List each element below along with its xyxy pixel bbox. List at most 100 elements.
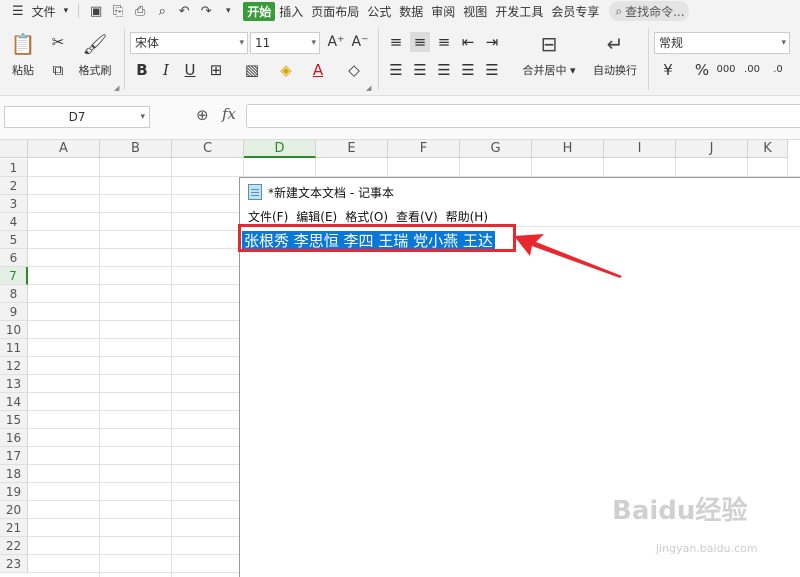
row-header[interactable]: 9 — [0, 303, 28, 321]
currency-icon[interactable]: ¥ — [658, 60, 678, 80]
font-size-select[interactable]: 11 ▾ — [250, 32, 320, 54]
select-all-corner[interactable] — [0, 140, 28, 158]
notepad-menu-edit[interactable]: 编辑(E) — [292, 208, 341, 225]
row-header[interactable]: 21 — [0, 519, 28, 537]
eraser-icon[interactable]: ◇ — [344, 60, 364, 80]
column-header[interactable]: A — [28, 140, 100, 158]
align-middle-icon[interactable]: ≡ — [410, 32, 430, 52]
align-right-icon[interactable]: ☰ — [434, 60, 454, 80]
notepad-title-bar[interactable]: *新建文本文档 - 记事本 — [240, 178, 800, 206]
row-header[interactable]: 8 — [0, 285, 28, 303]
notepad-menu-view[interactable]: 查看(V) — [392, 208, 442, 225]
font-color-icon[interactable]: A — [308, 60, 328, 80]
column-header[interactable]: J — [676, 140, 748, 158]
save-icon[interactable]: ▣ — [85, 4, 107, 19]
bold-icon[interactable]: B — [132, 60, 152, 80]
zoom-icon[interactable]: ⊕ — [196, 106, 209, 124]
fx-icon[interactable]: fx — [222, 105, 236, 123]
quick-access-dropdown-icon[interactable]: ▾ — [217, 6, 239, 16]
increase-indent-icon[interactable]: ⇥ — [482, 32, 502, 52]
row-header[interactable]: 10 — [0, 321, 28, 339]
row-header[interactable]: 17 — [0, 447, 28, 465]
thousands-icon[interactable]: 000 — [716, 60, 736, 80]
notepad-menu-format[interactable]: 格式(O) — [341, 208, 392, 225]
tab-page-layout[interactable]: 页面布局 — [307, 3, 363, 20]
row-header[interactable]: 20 — [0, 501, 28, 519]
row-header[interactable]: 18 — [0, 465, 28, 483]
tab-insert[interactable]: 插入 — [275, 3, 307, 20]
tab-view[interactable]: 视图 — [459, 3, 491, 20]
number-format-select[interactable]: 常规 ▾ — [654, 32, 790, 54]
tab-developer[interactable]: 开发工具 — [491, 3, 547, 20]
decrease-indent-icon[interactable]: ⇤ — [458, 32, 478, 52]
column-header[interactable]: I — [604, 140, 676, 158]
column-header[interactable]: E — [316, 140, 388, 158]
row-header[interactable]: 19 — [0, 483, 28, 501]
column-header[interactable]: K — [748, 140, 788, 158]
increase-decimal-icon[interactable]: .00 — [742, 60, 762, 80]
row-header[interactable]: 14 — [0, 393, 28, 411]
align-top-icon[interactable]: ≡ — [386, 32, 406, 52]
row-header[interactable]: 16 — [0, 429, 28, 447]
cut-icon[interactable]: ✂ — [48, 32, 68, 52]
row-header[interactable]: 11 — [0, 339, 28, 357]
copy-icon[interactable]: ⧉ — [48, 60, 68, 80]
fill-color-icon[interactable]: ◈ — [276, 60, 296, 80]
row-header[interactable]: 5 — [0, 231, 28, 249]
row-header[interactable]: 13 — [0, 375, 28, 393]
column-header[interactable]: H — [532, 140, 604, 158]
column-header[interactable]: B — [100, 140, 172, 158]
export-icon[interactable]: ⎘ — [107, 4, 129, 19]
notepad-menu-help[interactable]: 帮助(H) — [442, 208, 492, 225]
border-icon[interactable]: ⊞ — [206, 60, 226, 80]
format-painter-button[interactable]: 🖌 格式刷 — [76, 32, 114, 78]
menu-icon[interactable]: ☰ — [8, 4, 28, 19]
decrease-font-icon[interactable]: A⁻ — [350, 32, 370, 52]
column-header[interactable]: C — [172, 140, 244, 158]
wrap-text-button[interactable]: ↵ 自动换行 — [586, 32, 644, 78]
formula-input[interactable] — [246, 104, 800, 128]
print-icon[interactable]: ⎙ — [129, 4, 151, 19]
percent-icon[interactable]: % — [692, 60, 712, 80]
tab-member[interactable]: 会员专享 — [547, 3, 603, 20]
tab-data[interactable]: 数据 — [395, 3, 427, 20]
column-header[interactable]: D — [244, 140, 316, 158]
align-center-icon[interactable]: ☰ — [410, 60, 430, 80]
justify-icon[interactable]: ☰ — [458, 60, 478, 80]
redo-icon[interactable]: ↷ — [195, 4, 217, 19]
font-name-select[interactable]: 宋体 ▾ — [130, 32, 248, 54]
undo-icon[interactable]: ↶ — [173, 4, 195, 19]
tab-home[interactable]: 开始 — [243, 1, 276, 21]
row-header[interactable]: 12 — [0, 357, 28, 375]
row-header[interactable]: 1 — [0, 159, 28, 177]
clipboard-group-expand-icon[interactable]: ◢ — [114, 84, 119, 92]
command-search[interactable]: ⌕ 查找命令... — [609, 1, 690, 21]
tab-formulas[interactable]: 公式 — [363, 3, 395, 20]
decrease-decimal-icon[interactable]: .0 — [768, 60, 788, 80]
column-header[interactable]: G — [460, 140, 532, 158]
tab-review[interactable]: 审阅 — [427, 3, 459, 20]
chevron-down-icon[interactable]: ▾ — [60, 6, 73, 16]
row-header[interactable]: 3 — [0, 195, 28, 213]
paste-button[interactable]: 📋 粘贴 — [6, 32, 40, 78]
align-left-icon[interactable]: ☰ — [386, 60, 406, 80]
distribute-icon[interactable]: ☰ — [482, 60, 502, 80]
print-preview-icon[interactable]: ⌕ — [151, 4, 173, 19]
cell-style-icon[interactable]: ▧ — [242, 60, 262, 80]
row-header[interactable]: 2 — [0, 177, 28, 195]
column-header[interactable]: F — [388, 140, 460, 158]
row-header[interactable]: 6 — [0, 249, 28, 267]
row-header[interactable]: 22 — [0, 537, 28, 555]
row-header[interactable]: 15 — [0, 411, 28, 429]
notepad-menu-file[interactable]: 文件(F) — [244, 208, 292, 225]
file-menu[interactable]: 文件 — [28, 3, 60, 20]
italic-icon[interactable]: I — [156, 60, 176, 80]
name-box[interactable]: D7 ▾ — [4, 106, 150, 128]
font-group-expand-icon[interactable]: ◢ — [366, 84, 371, 92]
underline-icon[interactable]: U — [180, 60, 200, 80]
align-bottom-icon[interactable]: ≡ — [434, 32, 454, 52]
increase-font-icon[interactable]: A⁺ — [326, 32, 346, 52]
merge-center-button[interactable]: ⊟ 合并居中 ▾ — [516, 32, 582, 78]
row-header[interactable]: 23 — [0, 555, 28, 573]
row-header[interactable]: 4 — [0, 213, 28, 231]
